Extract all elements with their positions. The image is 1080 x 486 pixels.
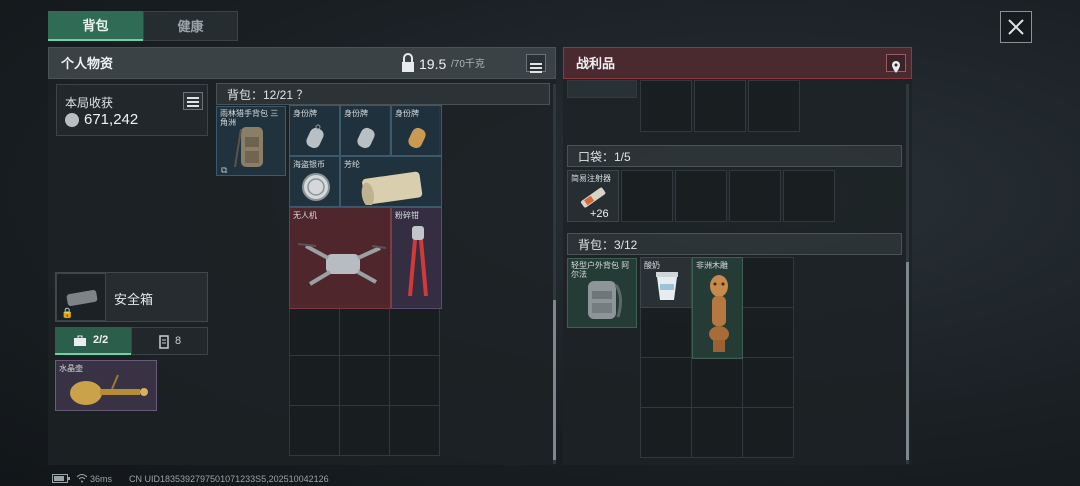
backpack-capacity: 背包：12/21 ？	[227, 88, 309, 102]
item-dogtag-2[interactable]: 身份牌	[340, 105, 391, 156]
item-label: 粉碎钳	[395, 211, 419, 220]
item-aramid[interactable]: 芳纶	[340, 156, 442, 207]
backpack-header: 背包：12/21 ？	[216, 83, 550, 105]
safe-box-label: 安全箱	[114, 292, 154, 307]
round-income-value: 671,242	[84, 111, 139, 128]
income-detail-button[interactable]	[183, 92, 203, 110]
item-label: 身份牌	[344, 109, 368, 118]
loot-backpack-header: 背包：3/12	[567, 233, 902, 255]
dogtag-icon	[306, 124, 324, 149]
lock-icon: 🔒	[61, 308, 74, 319]
location-pin-icon	[892, 61, 900, 73]
yogurt-cup-icon	[656, 272, 678, 300]
tab-backpack-label: 背包	[82, 18, 109, 33]
pliers-icon	[408, 226, 428, 297]
item-drone[interactable]: 无人机	[289, 207, 391, 309]
equipped-backpack-slot[interactable]: 雨林猎手背包 三角洲 ⧉	[216, 106, 286, 176]
weight-value: 19.5	[419, 56, 447, 72]
medkit-count: 2/2	[93, 334, 109, 346]
uid-text: CN UID1835392797501071233S5,202510042126	[129, 474, 329, 484]
list-view-button[interactable]	[526, 54, 546, 73]
pocket-slot-empty[interactable]	[783, 170, 835, 222]
pocket-header: 口袋：1/5	[567, 145, 902, 167]
magazine-icon	[159, 335, 169, 349]
backpack-icon	[234, 127, 263, 168]
round-income-label: 本局收获	[65, 96, 114, 110]
item-label: 无人机	[293, 211, 317, 220]
loot-scroll-thumb[interactable]	[906, 262, 909, 460]
loot-backpack-capacity: 背包：3/12	[578, 238, 638, 252]
drone-icon	[297, 243, 386, 286]
item-dogtag-3[interactable]: 身份牌	[391, 105, 442, 156]
backpack-scroll-thumb[interactable]	[553, 300, 556, 460]
loot-header: 战利品	[563, 47, 912, 79]
battery-icon	[52, 474, 70, 485]
tab-backpack[interactable]: 背包	[48, 11, 143, 41]
close-button[interactable]	[1000, 11, 1032, 43]
location-button[interactable]	[886, 54, 906, 73]
list-icon	[187, 97, 199, 107]
wifi-icon	[76, 473, 88, 485]
item-pirate-coin[interactable]: 海盗银币	[289, 156, 340, 207]
safe-box-row[interactable]: 🔒 安全箱	[55, 272, 208, 322]
weight-max: /70千克	[451, 59, 485, 70]
loot-title: 战利品	[576, 56, 616, 71]
item-label: 身份牌	[293, 109, 317, 118]
backpack-icon	[588, 281, 623, 319]
round-income-card: 本局收获 671,242	[56, 84, 208, 136]
tab-health[interactable]: 健康	[143, 11, 238, 41]
silver-coin-icon	[302, 173, 330, 201]
item-label: 非洲木雕	[696, 261, 728, 270]
item-crystal-pot[interactable]: 水晶壶	[55, 360, 157, 411]
ammo-count: 8	[175, 335, 182, 347]
dogtag-icon	[357, 127, 375, 149]
hookah-icon	[70, 374, 148, 405]
personal-title: 个人物资	[61, 56, 114, 71]
loot-top-grid	[567, 80, 907, 134]
fabric-roll-icon	[361, 171, 423, 205]
pocket-capacity: 口袋：1/5	[578, 150, 631, 164]
close-icon	[1008, 19, 1024, 35]
list-icon	[530, 63, 542, 73]
wood-carving-icon	[709, 275, 729, 352]
safe-box-icon	[66, 289, 98, 307]
ping-value: 36ms	[90, 474, 113, 484]
item-label: 简易注射器	[571, 174, 611, 183]
expand-icon: ⧉	[221, 165, 228, 175]
pocket-slot-empty[interactable]	[729, 170, 781, 222]
coin-icon	[65, 113, 79, 127]
loot-equipped-backpack[interactable]: 轻型户外背包 阿尔法	[567, 258, 637, 328]
safe-box-slot: 🔒	[56, 273, 106, 321]
gold-dogtag-icon	[408, 127, 426, 149]
item-label: 身份牌	[395, 109, 419, 118]
pocket-slot-empty[interactable]	[675, 170, 727, 222]
tab-ammo[interactable]: 8	[131, 327, 208, 355]
syringe-count: +26	[590, 208, 609, 220]
medkit-icon	[74, 335, 86, 346]
loot-item-wood-carving[interactable]: 非洲木雕	[692, 257, 743, 359]
tab-medkit[interactable]: 2/2	[55, 327, 131, 355]
item-label: 海盗银币	[293, 160, 325, 169]
item-crusher[interactable]: 粉碎钳	[391, 207, 442, 309]
tab-health-label: 健康	[177, 19, 204, 34]
personal-header: 个人物资 19.5 /70千克	[48, 47, 556, 79]
pocket-slot-empty[interactable]	[621, 170, 673, 222]
item-dogtag-1[interactable]: 身份牌	[289, 105, 340, 156]
loot-item-yogurt[interactable]: 酸奶	[640, 257, 692, 308]
pocket-syringe[interactable]: 简易注射器 +26	[567, 170, 619, 222]
